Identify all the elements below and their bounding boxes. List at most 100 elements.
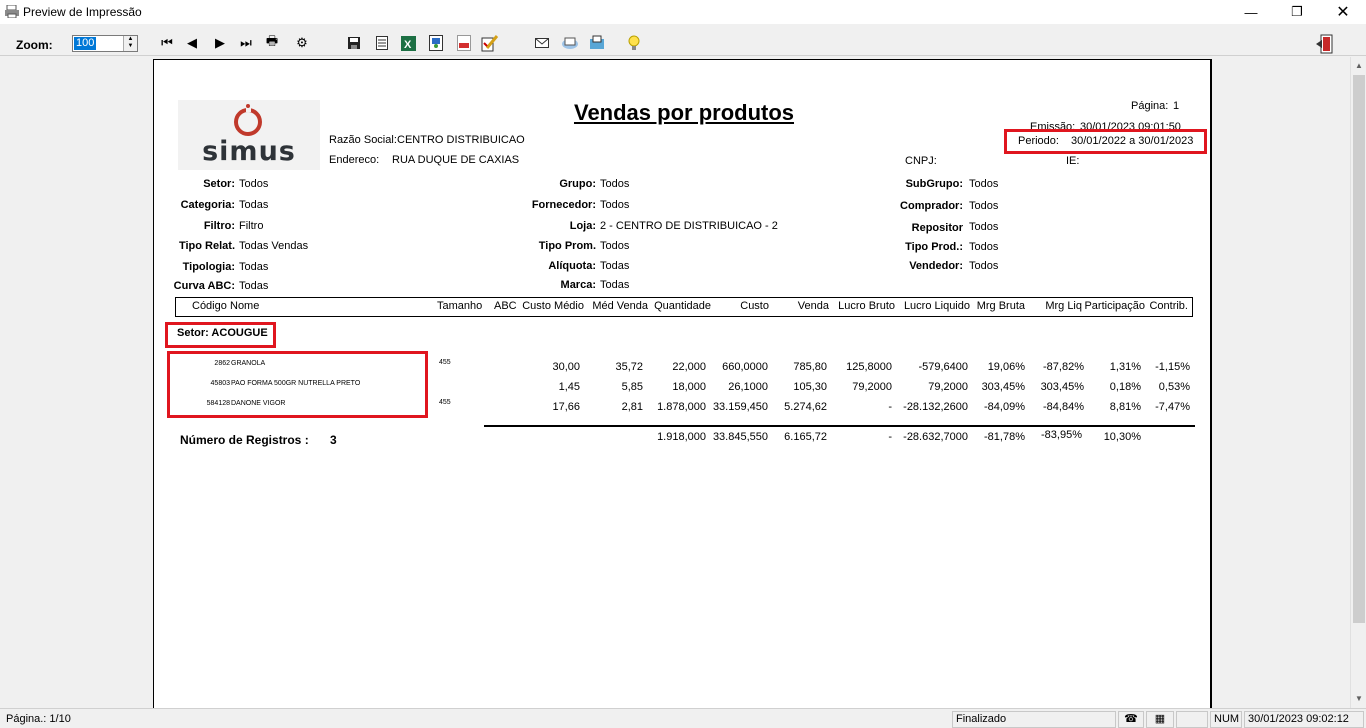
filter-label: Grupo:: [559, 178, 596, 190]
export-text-icon[interactable]: [372, 33, 392, 53]
cell-mrg-liq: 303,45%: [1040, 381, 1084, 393]
scrollbar-thumb[interactable]: [1353, 75, 1365, 623]
filter-label: SubGrupo:: [905, 178, 963, 190]
vertical-scrollbar[interactable]: ▲ ▼: [1350, 57, 1366, 708]
cell-codigo: 45803: [210, 380, 230, 387]
cell-lucro-bruto: 79,2000: [852, 381, 892, 393]
tip-icon[interactable]: [624, 33, 644, 53]
phone-icon: ☎: [1118, 711, 1144, 728]
report-title: Vendas por produtos: [573, 100, 795, 125]
cell-med-venda: 2,81: [621, 401, 643, 413]
cell-tamanho: 455: [439, 359, 451, 366]
filter-label: Alíquota:: [548, 260, 596, 272]
page-value: 1: [1173, 100, 1180, 112]
cell-tamanho: 455: [439, 399, 451, 406]
svg-text:X: X: [404, 39, 412, 51]
scroll-up-icon[interactable]: ▲: [1351, 58, 1366, 74]
edit-icon[interactable]: [480, 33, 500, 53]
cell-contrib: -7,47%: [1155, 401, 1190, 413]
cell-custo-medio: 1,45: [558, 381, 580, 393]
cell-mrg-liq: -87,82%: [1043, 361, 1084, 373]
cell-mrg-bruta: 303,45%: [981, 381, 1025, 393]
close-button[interactable]: ✕: [1320, 0, 1366, 24]
status-empty: [1176, 711, 1208, 728]
filter-value: Todos: [600, 199, 630, 211]
filter-value: Todos: [969, 260, 999, 272]
razao-value: CENTRO DISTRIBUICAO: [397, 134, 525, 146]
cell-venda: 5.274,62: [784, 401, 827, 413]
cell-contrib: 0,53%: [1158, 381, 1190, 393]
first-page-icon[interactable]: ⏮: [157, 33, 177, 53]
filter-value: Todas: [239, 261, 269, 273]
col-participacao: Participação: [1084, 300, 1145, 312]
periodo-label: Periodo:: [1018, 135, 1059, 147]
col-mrg-bruta: Mrg Bruta: [976, 300, 1025, 312]
next-page-icon[interactable]: ▶: [210, 33, 230, 53]
cell-quantidade: 18,000: [672, 381, 706, 393]
col-quantidade: Quantidade: [654, 300, 711, 312]
cell-custo: 33.159,450: [712, 401, 768, 413]
endereco-value: RUA DUQUE DE CAXIAS: [392, 154, 520, 166]
total-lucro-liquido: -28.632,7000: [903, 431, 968, 443]
export-word-icon[interactable]: [426, 33, 446, 53]
cell-venda: 785,80: [793, 361, 827, 373]
title-bar: Preview de Impressão — ❐ ✕: [0, 0, 1366, 24]
restore-button[interactable]: ❐: [1274, 0, 1320, 24]
col-custo: Custo: [740, 300, 769, 312]
total-mrg-bruta: -81,78%: [984, 431, 1025, 443]
filter-value: Todas: [600, 260, 630, 272]
status-num: NUM: [1210, 711, 1242, 728]
cell-custo-medio: 30,00: [552, 361, 580, 373]
filter-value: Todas: [600, 279, 630, 291]
email-icon[interactable]: [532, 33, 552, 53]
cell-med-venda: 5,85: [621, 381, 643, 393]
email-send-icon[interactable]: [560, 33, 580, 53]
filter-value: 2 - CENTRO DE DISTRIBUICAO - 2: [600, 220, 778, 232]
status-datetime: 30/01/2023 09:02:12: [1244, 711, 1364, 728]
cell-participacao: 1,31%: [1109, 361, 1141, 373]
filter-label: Comprador:: [900, 200, 963, 212]
totals-separator: [484, 425, 1195, 427]
records-value: 3: [330, 433, 337, 447]
razao-label: Razão Social:: [329, 134, 397, 146]
save-icon[interactable]: [344, 33, 364, 53]
cell-custo: 660,0000: [722, 361, 768, 373]
export-excel-icon[interactable]: X: [398, 33, 418, 53]
minimize-button[interactable]: —: [1228, 0, 1274, 24]
cell-nome: DANONE VIGOR: [231, 400, 286, 407]
sector-title: Setor: ACOUGUE: [177, 327, 268, 339]
print-setup-icon[interactable]: ⚙: [292, 33, 312, 53]
last-page-icon[interactable]: ⏭: [236, 33, 256, 53]
col-med-venda: Méd Venda: [592, 300, 648, 312]
exit-icon[interactable]: [1314, 33, 1336, 55]
filter-label: Tipo Prod.:: [905, 241, 963, 253]
filter-value: Todos: [969, 241, 999, 253]
filter-label: Tipologia:: [182, 261, 235, 273]
filter-label: Tipo Relat.: [178, 240, 235, 252]
cell-custo-medio: 17,66: [552, 401, 580, 413]
total-custo: 33.845,550: [712, 431, 768, 443]
col-lucro-liquido: Lucro Liquido: [903, 300, 970, 312]
print-icon[interactable]: 🖶: [262, 33, 282, 53]
col-contrib: Contrib.: [1149, 300, 1188, 312]
zoom-input[interactable]: 100 ▲ ▼: [72, 35, 138, 52]
fax-icon[interactable]: [587, 33, 607, 53]
export-pdf-icon[interactable]: [454, 33, 474, 53]
prev-page-icon[interactable]: ◀: [182, 33, 202, 53]
cell-lucro-bruto: -: [888, 401, 892, 413]
zoom-label: Zoom:: [16, 38, 53, 52]
col-custo-medio: Custo Médio: [522, 300, 584, 312]
scroll-down-icon[interactable]: ▼: [1351, 691, 1366, 707]
simus-logo: simus: [178, 100, 320, 170]
records-label: Número de Registros :: [180, 433, 309, 447]
ie-label: IE:: [1066, 155, 1080, 167]
cell-quantidade: 1.878,000: [657, 401, 706, 413]
calculator-icon: ▦: [1146, 711, 1174, 728]
zoom-spinner[interactable]: ▲ ▼: [123, 36, 137, 51]
zoom-value[interactable]: 100: [74, 37, 97, 50]
cell-med-venda: 35,72: [615, 361, 643, 373]
cell-quantidade: 22,000: [672, 361, 706, 373]
cell-codigo: 2862: [214, 360, 230, 367]
col-codigo: Código: [192, 300, 227, 312]
filter-value: Todas: [239, 199, 269, 211]
